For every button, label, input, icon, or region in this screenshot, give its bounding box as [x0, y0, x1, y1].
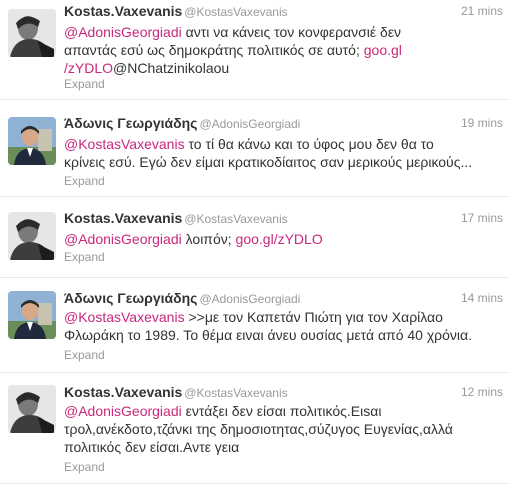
author-handle[interactable]: @AdonisGeorgiadi [199, 117, 300, 131]
tweet-text-segment: >>με τον Καπετάν Πιώτη για τον Χαρίλαο [184, 309, 443, 325]
author-handle[interactable]: @KostasVaxevanis [184, 212, 287, 226]
tweet-item[interactable]: Kostas.Vaxevanis @KostasVaxevanis 21 mins @… [0, 0, 509, 100]
expand-link[interactable]: Expand [64, 77, 105, 91]
tweet-text-line: @KostasVaxevanis το τί θα κάνω και το ύφ… [64, 135, 494, 153]
vaxevanis-avatar[interactable] [8, 9, 56, 57]
tweet-header: Kostas.Vaxevanis @KostasVaxevanis 17 mins [64, 210, 503, 230]
mention-link[interactable]: @KostasVaxevanis [64, 136, 185, 152]
tweet-timestamp[interactable]: 19 mins [461, 116, 503, 130]
mention-link[interactable]: @AdonisGeorgiadi [64, 403, 182, 419]
author-handle[interactable]: @KostasVaxevanis [184, 5, 287, 19]
tweet-timeline: Kostas.Vaxevanis @KostasVaxevanis 21 mins @… [0, 0, 509, 484]
expand-link[interactable]: Expand [64, 250, 105, 264]
tweet-text-segment: εντάξει δεν είσαι πολιτικός.Ειsαι [181, 403, 382, 419]
tweet-text-segment: τρολ,ανέκδοτο,τζάνκι της δημοσιοτητας,σύ… [64, 421, 453, 437]
tweet-header: Kostas.Vaxevanis @KostasVaxevanis 12 mins [64, 384, 503, 404]
tweet-timestamp[interactable]: 17 mins [461, 211, 503, 225]
mention-link[interactable]: @KostasVaxevanis [64, 309, 185, 325]
tweet-header: Kostas.Vaxevanis @KostasVaxevanis 21 mins [64, 3, 503, 23]
author-name[interactable]: Kostas.Vaxevanis [64, 210, 182, 226]
expand-link[interactable]: Expand [64, 460, 105, 474]
tweet-text-segment: αντι να κάνεις τον κονφερανσιέ δεν [181, 24, 402, 40]
vaxevanis-avatar[interactable] [8, 212, 56, 260]
mention-link[interactable]: @AdonisGeorgiadi [64, 231, 182, 247]
tweet-text-line: Φλωράκη το 1989. Το θέμα ειναι άνευ ουσί… [64, 326, 494, 344]
author-handle[interactable]: @AdonisGeorgiadi [199, 292, 300, 306]
tweet-timestamp[interactable]: 12 mins [461, 385, 503, 399]
tweet-text-segment: απαντάς εσύ ως δημοκράτης πολιτικός σε α… [64, 42, 364, 58]
vaxevanis-avatar[interactable] [8, 385, 56, 433]
tweet-header: Άδωνις Γεωργιάδης @AdonisGeorgiadi 19 mins [64, 115, 503, 135]
tweet-item[interactable]: Άδωνις Γεωργιάδης @AdonisGeorgiadi 14 mins… [0, 278, 509, 373]
tweet-text-line: @AdonisGeorgiadi λοιπόν; goo.gl/zYDLO [64, 230, 494, 248]
tweet-item[interactable]: Kostas.Vaxevanis @KostasVaxevanis 12 mins @… [0, 373, 509, 484]
tweet-text-segment: @NChatzinikolaou [113, 60, 230, 76]
tweet-timestamp[interactable]: 14 mins [461, 291, 503, 305]
tweet-item[interactable]: Kostas.Vaxevanis @KostasVaxevanis 17 mins @… [0, 197, 509, 278]
tweet-text-line: @KostasVaxevanis >>με τον Καπετάν Πιώτη … [64, 308, 494, 326]
georgiadis-avatar[interactable] [8, 291, 56, 339]
author-name[interactable]: Kostas.Vaxevanis [64, 3, 182, 19]
url-link[interactable]: /zYDLO [64, 60, 113, 76]
tweet-text-line: /zYDLO@NChatzinikolaou [64, 59, 494, 77]
tweet-text-segment: κρίνεις εσύ. Εγώ δεν είμαι κρατικοδίαιτο… [64, 154, 473, 170]
tweet-text-segment: το τί θα κάνω και το ύφος μου δεν θα το [184, 136, 434, 152]
url-link[interactable]: goo.gl [364, 42, 402, 58]
tweet-text-line: απαντάς εσύ ως δημοκράτης πολιτικός σε α… [64, 41, 494, 59]
tweet-text: @AdonisGeorgiadi εντάξει δεν είσαι πολιτ… [64, 402, 494, 456]
georgiadis-avatar[interactable] [8, 117, 56, 165]
expand-link[interactable]: Expand [64, 348, 105, 362]
tweet-item[interactable]: Άδωνις Γεωργιάδης @AdonisGeorgiadi 19 mins… [0, 100, 509, 197]
tweet-timestamp[interactable]: 21 mins [461, 4, 503, 18]
mention-link[interactable]: @AdonisGeorgiadi [64, 24, 182, 40]
tweet-text: @AdonisGeorgiadi αντι να κάνεις τον κονφ… [64, 23, 494, 77]
tweet-text-line: @AdonisGeorgiadi αντι να κάνεις τον κονφ… [64, 23, 494, 41]
tweet-header: Άδωνις Γεωργιάδης @AdonisGeorgiadi 14 mins [64, 290, 503, 310]
author-handle[interactable]: @KostasVaxevanis [184, 386, 287, 400]
expand-link[interactable]: Expand [64, 174, 105, 188]
author-name[interactable]: Άδωνις Γεωργιάδης [64, 290, 197, 306]
tweet-text: @AdonisGeorgiadi λοιπόν; goo.gl/zYDLO [64, 230, 494, 248]
tweet-text-segment: πολιτικός δεν είσαι.Αντε γεια [64, 439, 240, 455]
author-name[interactable]: Kostas.Vaxevanis [64, 384, 182, 400]
tweet-text-segment: Φλωράκη το 1989. Το θέμα ειναι άνευ ουσί… [64, 327, 473, 343]
tweet-text-segment: λοιπόν; [181, 231, 236, 247]
tweet-text: @KostasVaxevanis >>με τον Καπετάν Πιώτη … [64, 308, 494, 344]
author-name[interactable]: Άδωνις Γεωργιάδης [64, 115, 197, 131]
tweet-text-line: τρολ,ανέκδοτο,τζάνκι της δημοσιοτητας,σύ… [64, 420, 494, 438]
tweet-text-line: @AdonisGeorgiadi εντάξει δεν είσαι πολιτ… [64, 402, 494, 420]
tweet-text: @KostasVaxevanis το τί θα κάνω και το ύφ… [64, 135, 494, 171]
url-link[interactable]: goo.gl/zYDLO [236, 231, 323, 247]
tweet-text-line: κρίνεις εσύ. Εγώ δεν είμαι κρατικοδίαιτο… [64, 153, 494, 171]
tweet-text-line: πολιτικός δεν είσαι.Αντε γεια [64, 438, 494, 456]
